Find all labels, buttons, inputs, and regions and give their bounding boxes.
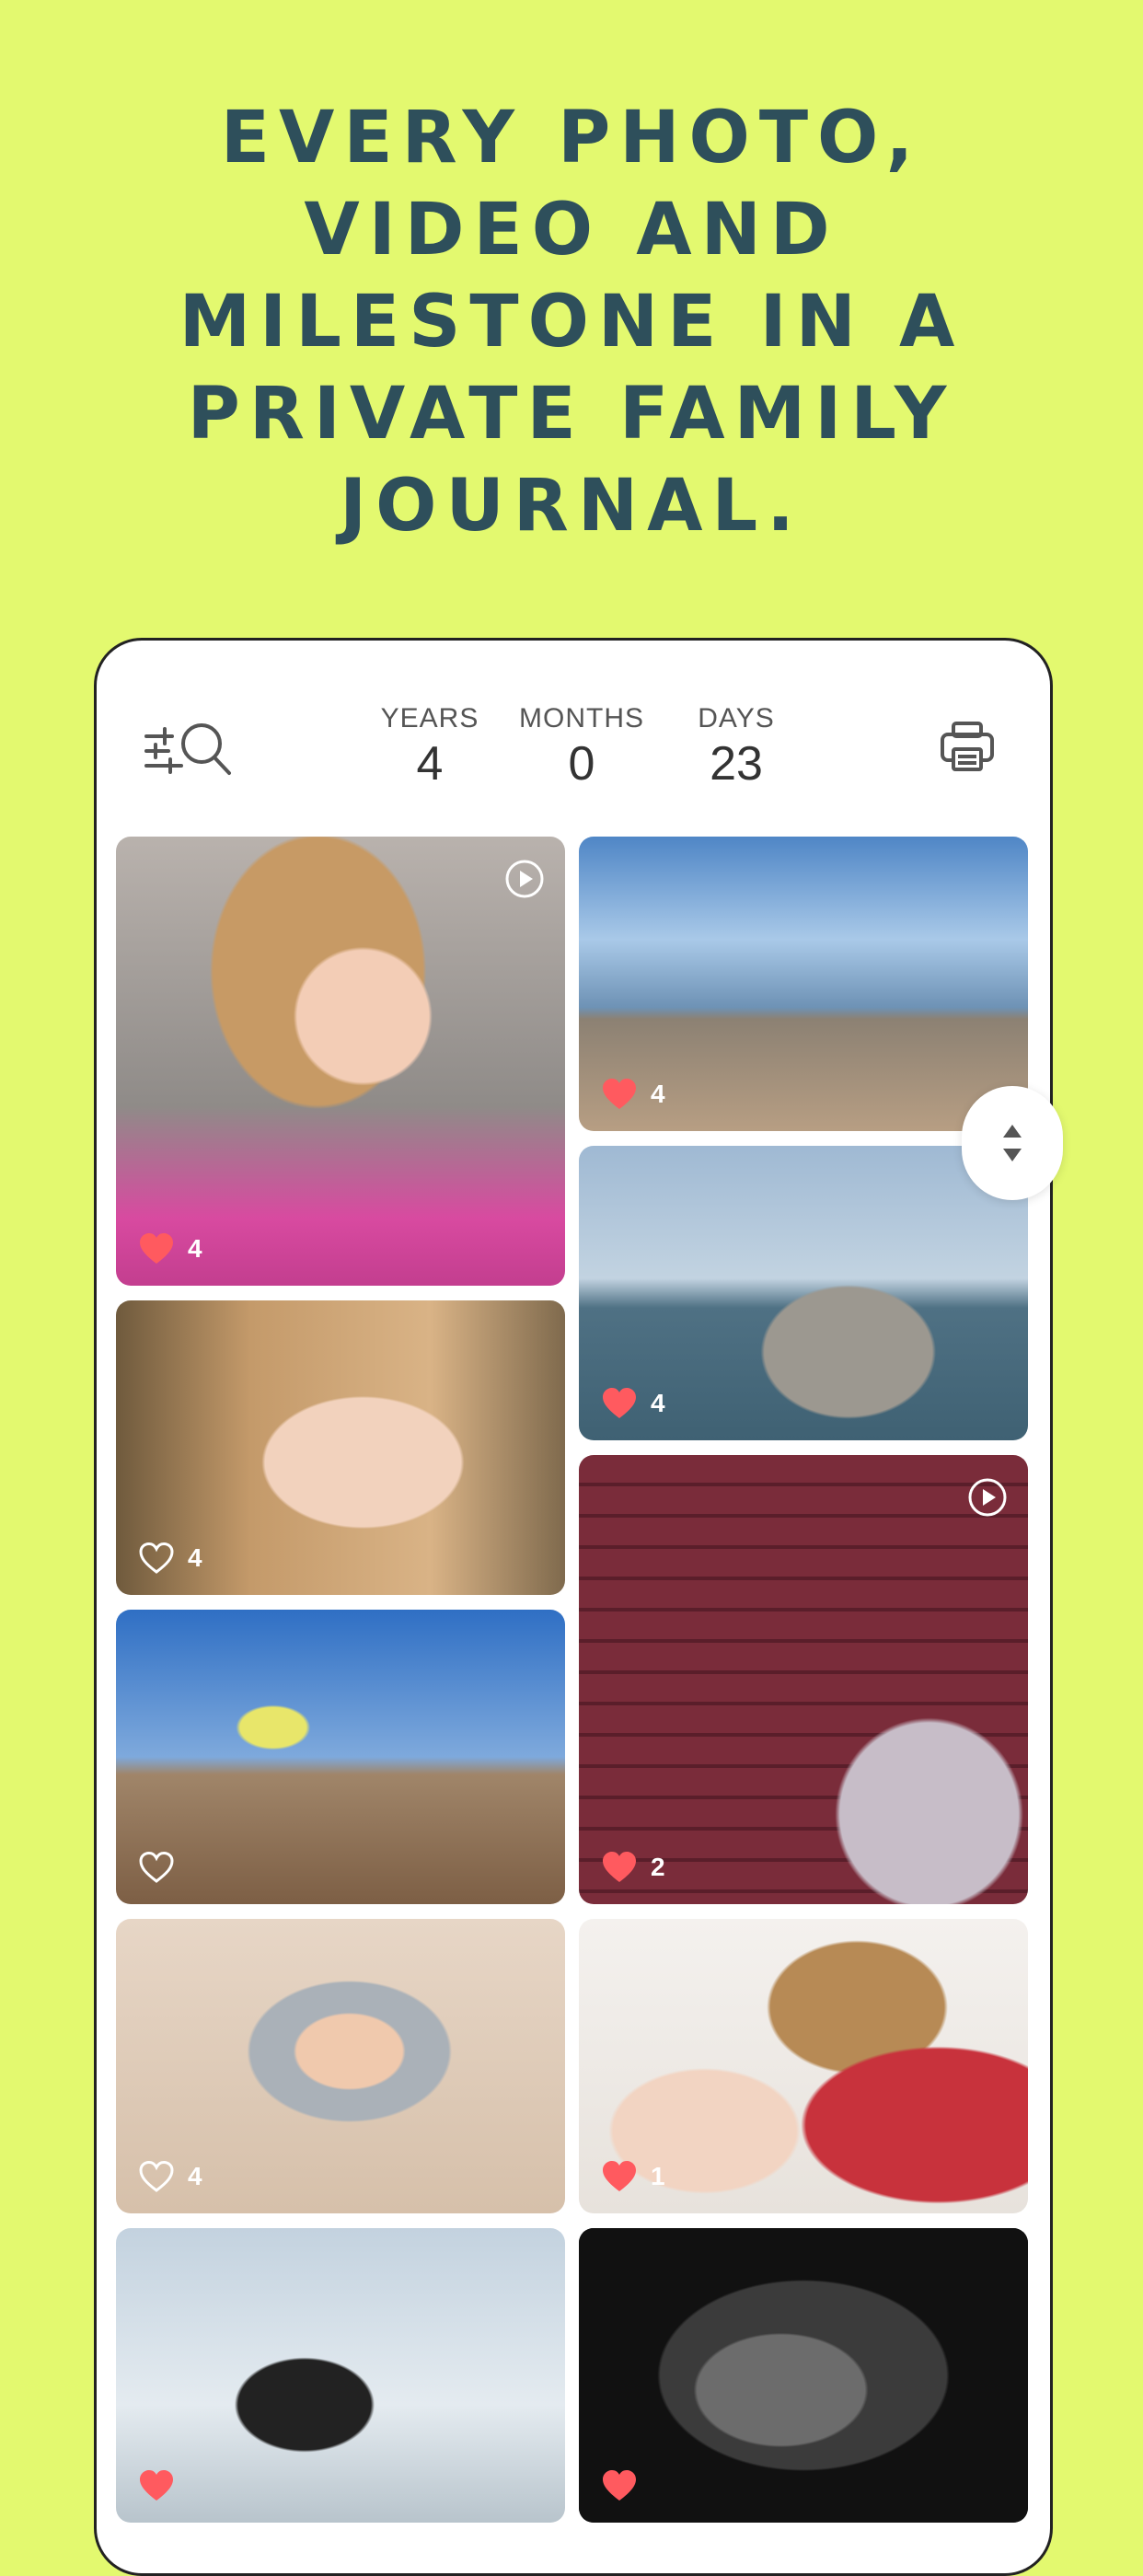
headline-line-4: PRIVATE FAMILY [187,373,956,456]
photo-tile[interactable] [579,2228,1028,2523]
headline-line-1: EVERY PHOTO, [220,97,923,179]
filter-search-icon[interactable] [144,720,233,779]
scroll-updown-icon[interactable] [962,1086,1063,1200]
months-stat: MONTHS 0 [508,703,655,793]
photo-tile[interactable]: 1 [579,1919,1028,2213]
like-count[interactable]: 4 [601,1387,665,1420]
photo-tile[interactable]: 4 [579,837,1028,1131]
like-count-text: 4 [188,2162,202,2190]
heart-filled-icon [140,2470,173,2501]
heart-filled-icon [603,1079,636,1109]
headline-line-2: VIDEO AND [304,189,839,271]
play-circle-icon[interactable] [967,1477,1008,1522]
years-stat: YEARS 4 [356,703,503,793]
headline-line-5: JOURNAL. [340,465,803,548]
like-count[interactable]: 1 [601,2160,665,2193]
heart-outline-icon [139,1851,174,1883]
journal-header: YEARS 4 MONTHS 0 DAYS 23 [97,641,1050,825]
years-value: 4 [416,737,444,791]
heart-outline-icon [139,2160,174,2192]
play-circle-icon[interactable] [504,859,545,904]
phone-frame: YEARS 4 MONTHS 0 DAYS 23 4 4 4 4 2 4 1 [94,638,1053,2576]
photo-tile[interactable] [116,2228,565,2523]
like-count[interactable]: 2 [601,1851,665,1884]
like-count-text: 1 [651,2162,665,2190]
like-count[interactable]: 4 [138,2160,202,2193]
heart-filled-icon [603,1388,636,1418]
heart-filled-icon [603,2161,636,2191]
days-value: 23 [710,737,763,791]
photo-tile[interactable]: 4 [116,1919,565,2213]
photo-tile[interactable]: 4 [579,1146,1028,1440]
years-label: YEARS [380,703,479,734]
like-count[interactable]: 4 [601,1078,665,1111]
heart-outline-icon [139,1542,174,1574]
like-count[interactable] [601,2469,651,2502]
like-count-text: 4 [188,1234,202,1263]
photo-tile[interactable] [116,1610,565,1904]
like-count[interactable]: 4 [138,1542,202,1575]
like-count-text: 4 [651,1080,665,1108]
photo-tile[interactable]: 4 [116,1300,565,1595]
photo-image [579,1455,1028,1904]
days-stat: DAYS 23 [663,703,810,793]
days-label: DAYS [698,703,775,734]
heart-filled-icon [603,2470,636,2501]
photo-tile[interactable]: 4 [116,837,565,1286]
heart-filled-icon [140,1233,173,1264]
like-count-text: 4 [651,1389,665,1417]
headline: EVERY PHOTO, VIDEO AND MILESTONE IN A PR… [0,92,1143,552]
headline-line-3: MILESTONE IN A [179,281,964,364]
photo-image [116,837,565,1286]
months-label: MONTHS [519,703,644,734]
printer-icon[interactable] [941,722,994,773]
like-count-text: 4 [188,1543,202,1572]
like-count[interactable]: 4 [138,1232,202,1265]
like-count-text: 2 [651,1853,665,1881]
months-value: 0 [568,737,595,791]
photo-tile[interactable]: 2 [579,1455,1028,1904]
like-count[interactable] [138,1851,188,1884]
heart-filled-icon [603,1852,636,1882]
like-count[interactable] [138,2469,188,2502]
